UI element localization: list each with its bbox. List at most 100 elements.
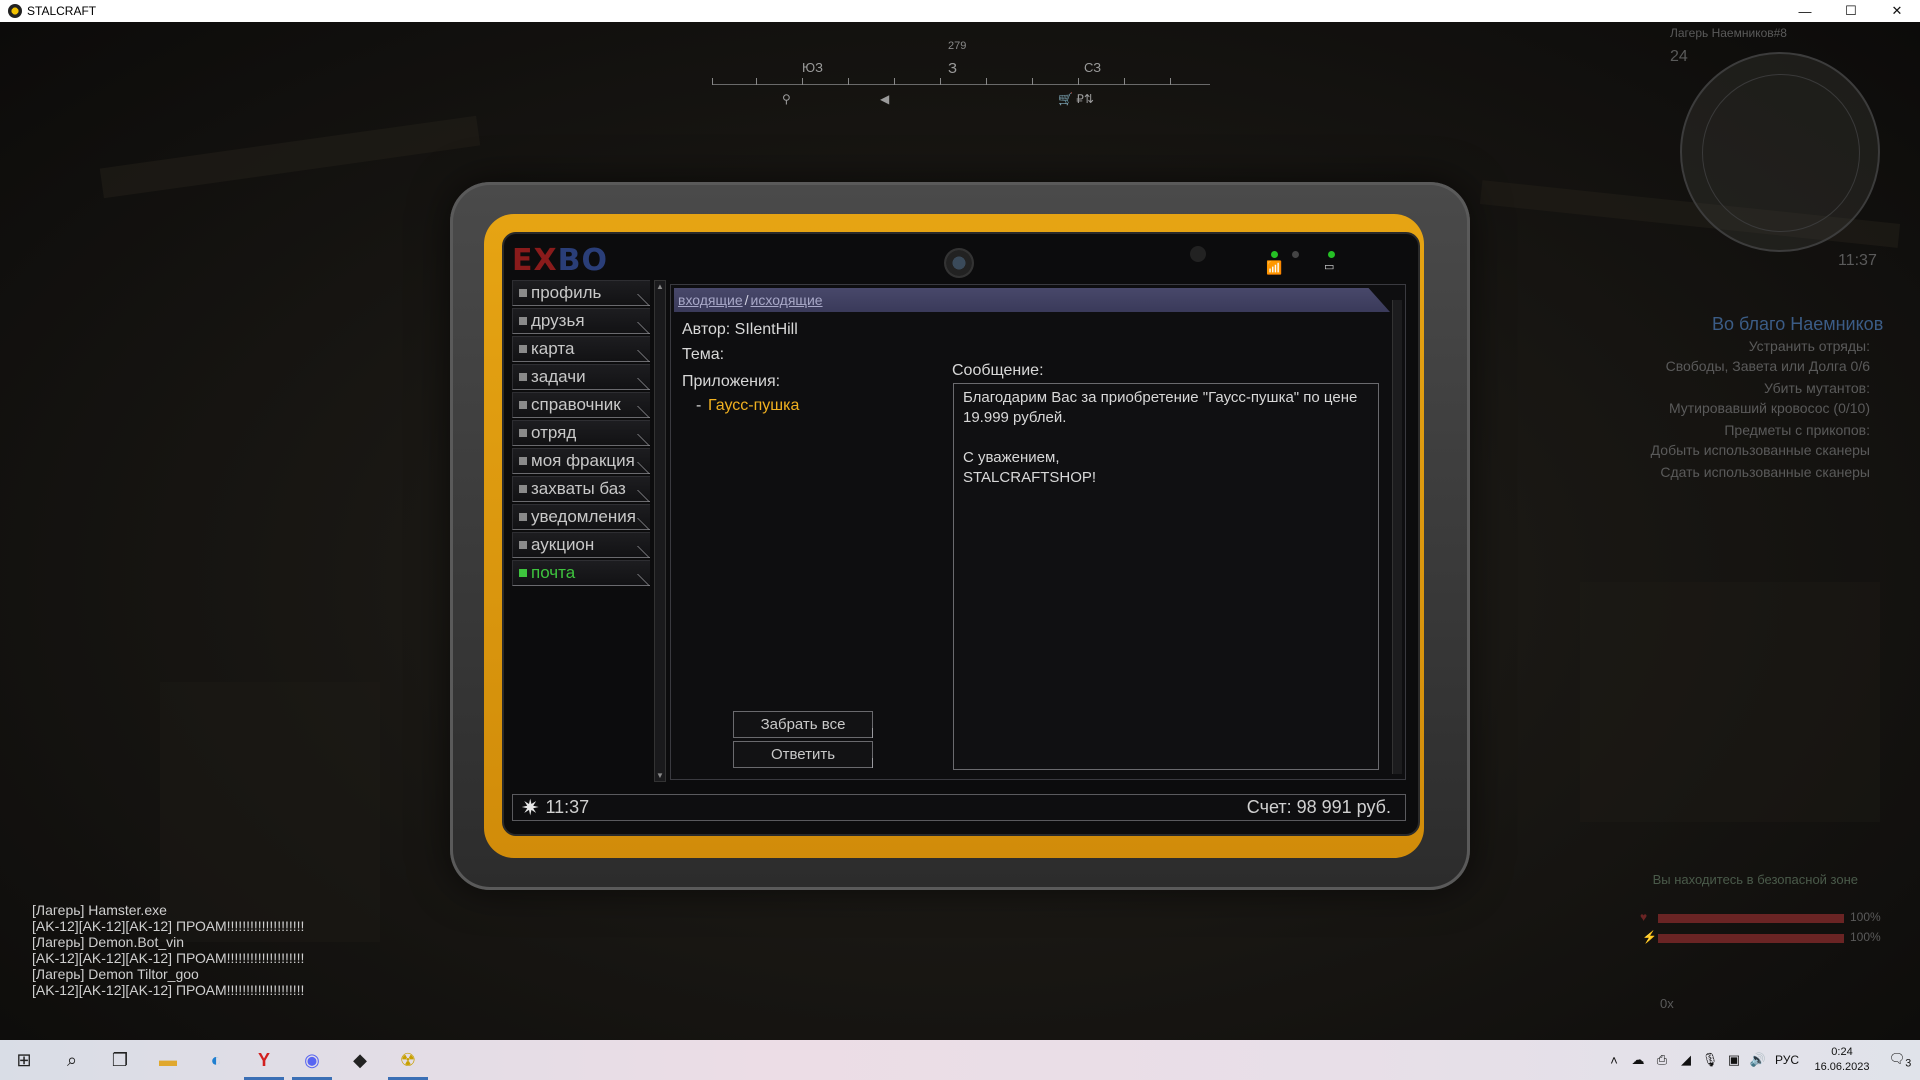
weather-sun-icon: ✷ — [521, 794, 540, 820]
chat-line: [Лагерь] Demon Tiltor_goo — [32, 966, 199, 982]
mail-scrollbar[interactable] — [1392, 300, 1402, 774]
menu-item-tasks[interactable]: задачи — [512, 364, 650, 390]
compass-label-w: З — [948, 60, 958, 77]
search-icon[interactable]: ⌕ — [48, 1040, 96, 1080]
tab-inbox[interactable]: входящие — [678, 292, 743, 308]
quest-line: Сдать использованные сканеры — [1660, 464, 1870, 480]
compass-marker-arrow-icon: ◀ — [880, 92, 890, 106]
minimap-location: Лагерь Наемников#8 — [1670, 26, 1787, 40]
compass-bar: 279 ЮЗ З СЗ ⚲ ◀ 🛒 ₽⇅ — [712, 34, 1210, 106]
ammo-count: 0x — [1660, 996, 1674, 1011]
usb-icon[interactable]: ⎙ — [1650, 1052, 1674, 1068]
attachment-bullet: - — [696, 397, 702, 414]
pda-status-bar: ✷ 11:37 Счет: 98 991 руб. — [512, 794, 1406, 821]
menu-item-notifications[interactable]: уведомления — [512, 504, 650, 530]
compass-label-sw: ЮЗ — [802, 60, 823, 75]
status-led — [1328, 251, 1335, 258]
taskbar-clock[interactable]: 0:24 16.06.2023 — [1804, 1045, 1880, 1075]
windows-start-icon[interactable]: ⊞ — [0, 1040, 48, 1080]
language-indicator[interactable]: РУС — [1770, 1053, 1804, 1067]
minimap — [1680, 52, 1880, 252]
compass-label-nw: СЗ — [1084, 60, 1102, 75]
health-bar — [1658, 914, 1844, 923]
compass-marker-shop-icon: 🛒 ₽⇅ — [1058, 92, 1094, 106]
quest-line: Мутировавший кровосос (0/10) — [1668, 400, 1870, 416]
mail-message-label: Сообщение: — [952, 362, 1044, 379]
chat-line: [Лагерь] Demon.Bot_vin — [32, 934, 185, 950]
stalcraft-app-icon — [8, 4, 22, 18]
status-led — [1271, 251, 1278, 258]
health-value: 100% — [1850, 910, 1881, 924]
unity-icon[interactable]: ◆ — [336, 1040, 384, 1080]
menu-item-friends[interactable]: друзья — [512, 308, 650, 334]
window-title: STALCRAFT — [27, 4, 97, 18]
pda-menu: профиль друзья карта задачи справочник о… — [512, 280, 650, 588]
tray-chevron-up-icon[interactable]: ˄ — [1602, 1053, 1626, 1068]
camera-lens-icon — [944, 248, 974, 278]
chat-line: [AK-12][AK-12][AK-12] ПРОАМ!!!!!!!!!!!!!… — [32, 918, 305, 934]
mail-message-body: Благодарим Вас за приобретение "Гаусс-пу… — [953, 383, 1379, 770]
scroll-up-icon[interactable]: ▲ — [656, 282, 664, 291]
edge-browser-icon[interactable]: ◐ — [192, 1040, 240, 1080]
stamina-icon: ⚡ — [1642, 930, 1657, 944]
system-tray: ˄ ☁ ⎙ ◢ 🎙 ▣ 🔊 РУС 0:24 16.06.2023 🗨3 — [1602, 1040, 1920, 1080]
signal-icon: 📶 — [1266, 260, 1283, 275]
take-all-button[interactable]: Забрать все — [733, 711, 873, 738]
quest-line: Свободы, Завета или Долга 0/6 — [1665, 358, 1870, 374]
menu-item-squad[interactable]: отряд — [512, 420, 650, 446]
battery-icon: ▭ — [1324, 261, 1335, 273]
reply-button[interactable]: Ответить — [733, 741, 873, 768]
account-balance: Счет: 98 991 руб. — [1246, 797, 1391, 817]
mail-tabs: входящие / исходящие — [674, 288, 1390, 312]
mail-author: Автор: SIlentHill — [682, 321, 798, 338]
mail-subject: Тема: — [682, 346, 725, 363]
stamina-value: 100% — [1850, 930, 1881, 944]
onedrive-icon[interactable]: ☁ — [1626, 1052, 1650, 1068]
attachment-item[interactable]: Гаусс-пушка — [708, 397, 799, 415]
quest-line: Предметы с прикопов: — [1724, 422, 1870, 438]
tab-outbox[interactable]: исходящие — [751, 292, 823, 308]
menu-item-reference[interactable]: справочник — [512, 392, 650, 418]
menu-item-map[interactable]: карта — [512, 336, 650, 362]
menu-item-profile[interactable]: профиль — [512, 280, 650, 306]
volume-icon[interactable]: 🔊 — [1746, 1052, 1770, 1068]
chat-line: [Лагерь] Hamster.exe — [32, 902, 167, 918]
discord-icon[interactable]: ◉ — [288, 1040, 336, 1080]
health-icon: ♥ — [1640, 910, 1648, 924]
exbo-logo: EXBO — [512, 243, 608, 278]
windows-taskbar: ⊞ ⌕ ❐ ▬ ◐ Y ◉ ◆ ☢ ˄ ☁ ⎙ ◢ 🎙 ▣ 🔊 РУС 0:24… — [0, 1040, 1920, 1080]
stalcraft-taskbar-icon[interactable]: ☢ — [384, 1040, 432, 1080]
scroll-down-icon[interactable]: ▼ — [656, 771, 664, 780]
stamina-bar — [1658, 934, 1844, 943]
menu-item-auction[interactable]: аукцион — [512, 532, 650, 558]
display-icon[interactable]: ▣ — [1722, 1052, 1746, 1068]
safe-zone-text: Вы находитесь в безопасной зоне — [1652, 872, 1858, 887]
minimize-button[interactable]: — — [1782, 0, 1828, 22]
compass-heading: 279 — [948, 40, 967, 52]
maximize-button[interactable]: ☐ — [1828, 0, 1874, 22]
file-explorer-icon[interactable]: ▬ — [144, 1040, 192, 1080]
menu-scrollbar[interactable]: ▲ ▼ — [654, 280, 666, 782]
tab-separator: / — [744, 292, 749, 308]
minimap-time: 11:37 — [1838, 252, 1877, 269]
status-led — [1292, 251, 1299, 258]
menu-item-faction[interactable]: моя фракция — [512, 448, 650, 474]
compass-marker-search-icon: ⚲ — [782, 92, 791, 106]
chat-line: [AK-12][AK-12][AK-12] ПРОАМ!!!!!!!!!!!!!… — [32, 950, 305, 966]
quest-title: Во благо Наемников — [1712, 314, 1884, 334]
microphone-icon[interactable]: 🎙 — [1698, 1052, 1722, 1068]
quest-line: Добыть использованные сканеры — [1650, 442, 1870, 458]
quest-line: Устранить отряды: — [1748, 338, 1870, 354]
quest-line: Убить мутантов: — [1764, 380, 1870, 396]
notifications-icon[interactable]: 🗨3 — [1880, 1051, 1920, 1070]
network-icon[interactable]: ◢ — [1674, 1052, 1698, 1068]
yandex-browser-icon[interactable]: Y — [240, 1040, 288, 1080]
close-button[interactable]: ✕ — [1874, 0, 1920, 22]
task-view-icon[interactable]: ❐ — [96, 1040, 144, 1080]
mail-attachments-label: Приложения: — [682, 373, 781, 390]
menu-item-mail[interactable]: почта — [512, 560, 650, 586]
sensor-icon — [1190, 246, 1206, 262]
minimap-level: 24 — [1670, 48, 1688, 65]
menu-item-base-captures[interactable]: захваты баз — [512, 476, 650, 502]
pda-time: 11:37 — [545, 797, 590, 817]
